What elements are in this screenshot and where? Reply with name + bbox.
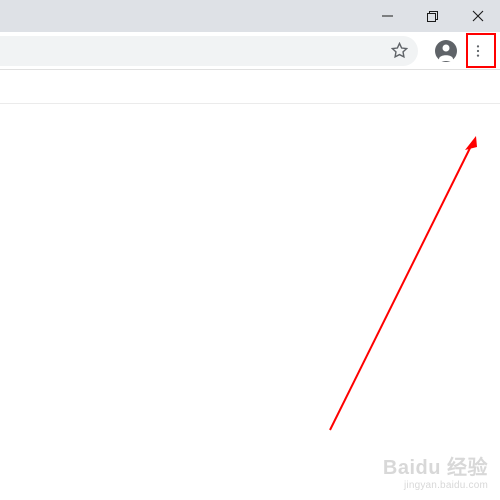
maximize-button[interactable] [410, 0, 455, 32]
annotation-arrow [270, 130, 490, 450]
browser-toolbar [0, 32, 500, 70]
minimize-icon [382, 11, 393, 22]
minimize-button[interactable] [365, 0, 410, 32]
watermark: Baidu 经验 jingyan.baidu.com [383, 456, 488, 492]
address-bar[interactable] [0, 36, 418, 66]
maximize-icon [427, 11, 438, 22]
page-content [0, 70, 500, 500]
profile-icon[interactable] [434, 39, 458, 63]
star-icon[interactable] [391, 42, 408, 59]
watermark-main: Baidu 经验 [383, 456, 488, 480]
window-controls [365, 0, 500, 32]
close-icon [472, 10, 484, 22]
watermark-sub: jingyan.baidu.com [383, 480, 488, 492]
more-vert-icon [470, 43, 486, 59]
title-bar [0, 0, 500, 32]
close-button[interactable] [455, 0, 500, 32]
menu-button[interactable] [464, 37, 492, 65]
content-divider [0, 103, 500, 104]
